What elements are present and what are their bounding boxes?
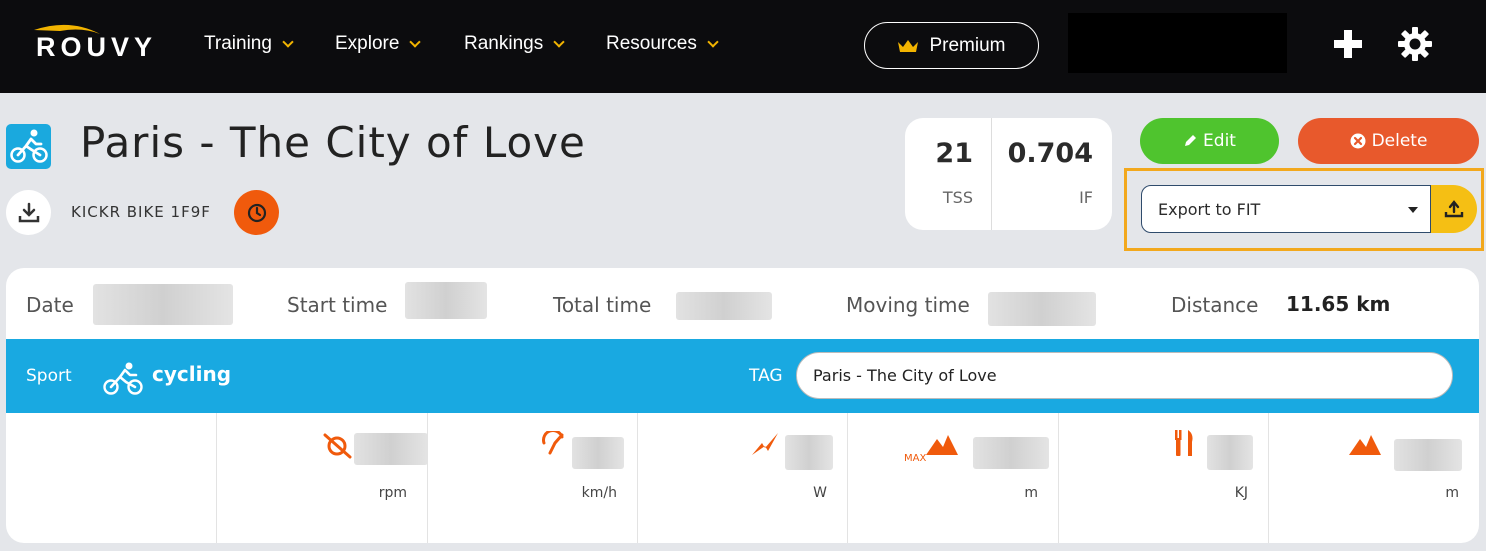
chevron-down-icon [553, 35, 565, 48]
export-panel: Export to FIT [1124, 168, 1484, 251]
activity-details-card: Date Start time Total time Moving time D… [6, 268, 1479, 543]
redacted-elevation-value [1394, 439, 1462, 471]
elevation-icon [1349, 435, 1381, 455]
history-button[interactable] [234, 190, 279, 235]
energy-icon [1175, 430, 1193, 456]
distance-label: Distance [1171, 293, 1259, 317]
cadence-unit: rpm [378, 485, 407, 501]
metric-speed: km/h [427, 413, 637, 543]
close-circle-icon [1350, 133, 1366, 149]
export-format-value: Export to FIT [1158, 199, 1261, 219]
elevation-unit: m [1445, 485, 1459, 501]
power-icon [752, 433, 778, 455]
redacted-start-time-value [405, 282, 487, 319]
edit-label: Edit [1203, 131, 1236, 151]
tag-input[interactable] [796, 352, 1453, 399]
nav-resources[interactable]: Resources [606, 33, 719, 55]
redacted-max-elevation-value [973, 437, 1049, 469]
speed-unit: km/h [581, 485, 617, 501]
nav-resources-label: Resources [606, 33, 697, 54]
tss-value: 21 [935, 138, 973, 169]
speed-icon [542, 431, 564, 455]
sport-value: cycling [152, 362, 232, 386]
chevron-down-icon [282, 35, 294, 48]
logo-text: ROUVY [36, 32, 158, 62]
download-button[interactable] [6, 190, 51, 235]
energy-unit: KJ [1234, 485, 1248, 501]
metric-energy: KJ [1058, 413, 1268, 543]
pencil-icon [1185, 135, 1197, 146]
tss-label: TSS [942, 188, 973, 207]
redacted-power-value [785, 435, 833, 470]
export-button[interactable] [1431, 185, 1477, 233]
max-elevation-icon [926, 435, 958, 455]
metric-empty [6, 413, 216, 543]
tag-label: TAG [749, 366, 783, 386]
premium-button[interactable]: Premium [864, 22, 1039, 69]
redacted-speed-value [572, 437, 624, 469]
settings-button[interactable] [1396, 25, 1434, 63]
if-label: IF [1079, 188, 1093, 207]
metric-elevation: m [1268, 413, 1479, 543]
sport-tag-bar: Sport cycling TAG [6, 339, 1479, 413]
max-elevation-unit: m [1024, 485, 1038, 501]
distance-value: 11.65 km [1286, 292, 1391, 316]
redacted-date-value [93, 284, 233, 325]
sport-label: Sport [26, 366, 72, 386]
chevron-down-icon [409, 35, 422, 48]
date-label: Date [26, 293, 74, 317]
export-format-select[interactable]: Export to FIT [1141, 185, 1431, 233]
nav-training-label: Training [204, 33, 272, 54]
nav-rankings[interactable]: Rankings [464, 33, 565, 55]
top-navigation: ROUVY Training Explore Rankings Resource… [0, 0, 1486, 93]
gear-icon [1398, 27, 1432, 61]
edit-button[interactable]: Edit [1140, 118, 1279, 164]
clock-icon [247, 203, 266, 222]
delete-label: Delete [1371, 131, 1428, 151]
metric-cadence: rpm [216, 413, 428, 543]
metric-power: W [637, 413, 847, 543]
rouvy-logo[interactable]: ROUVY [30, 22, 170, 66]
device-name: KICKR BIKE 1F9F [71, 203, 211, 221]
stats-card: 21 TSS 0.704 IF [905, 118, 1112, 230]
nav-explore-label: Explore [335, 33, 400, 54]
max-badge: MAX [904, 453, 927, 464]
power-unit: W [813, 485, 827, 501]
redacted-energy-value [1207, 435, 1253, 470]
cycling-icon [6, 124, 51, 169]
upload-icon [1444, 200, 1464, 218]
total-time-label: Total time [553, 293, 652, 317]
page-title: Paris - The City of Love [80, 118, 586, 167]
metric-max-elevation: MAX m [847, 413, 1058, 543]
plus-icon [1334, 30, 1362, 58]
add-activity-button[interactable] [1332, 28, 1364, 60]
if-value: 0.704 [1007, 138, 1093, 169]
redacted-cadence-value [354, 433, 428, 465]
premium-label: Premium [929, 34, 1006, 56]
chevron-down-icon [707, 35, 719, 48]
redacted-moving-time-value [988, 292, 1096, 326]
redacted-user-area[interactable] [1068, 13, 1287, 73]
crown-icon [898, 39, 919, 52]
moving-time-label: Moving time [846, 293, 970, 317]
nav-explore[interactable]: Explore [335, 33, 422, 55]
redacted-total-time-value [676, 292, 772, 320]
summary-row: Date Start time Total time Moving time D… [6, 268, 1479, 339]
cycling-icon [103, 362, 143, 395]
nav-rankings-label: Rankings [464, 33, 544, 54]
caret-down-icon [1408, 207, 1418, 213]
cadence-icon [323, 433, 352, 459]
start-time-label: Start time [287, 293, 388, 317]
nav-training[interactable]: Training [204, 33, 294, 55]
delete-button[interactable]: Delete [1298, 118, 1479, 164]
download-icon [18, 202, 39, 222]
metrics-row: rpm km/h W MAX m KJ m [6, 413, 1479, 543]
stats-divider [991, 118, 992, 230]
